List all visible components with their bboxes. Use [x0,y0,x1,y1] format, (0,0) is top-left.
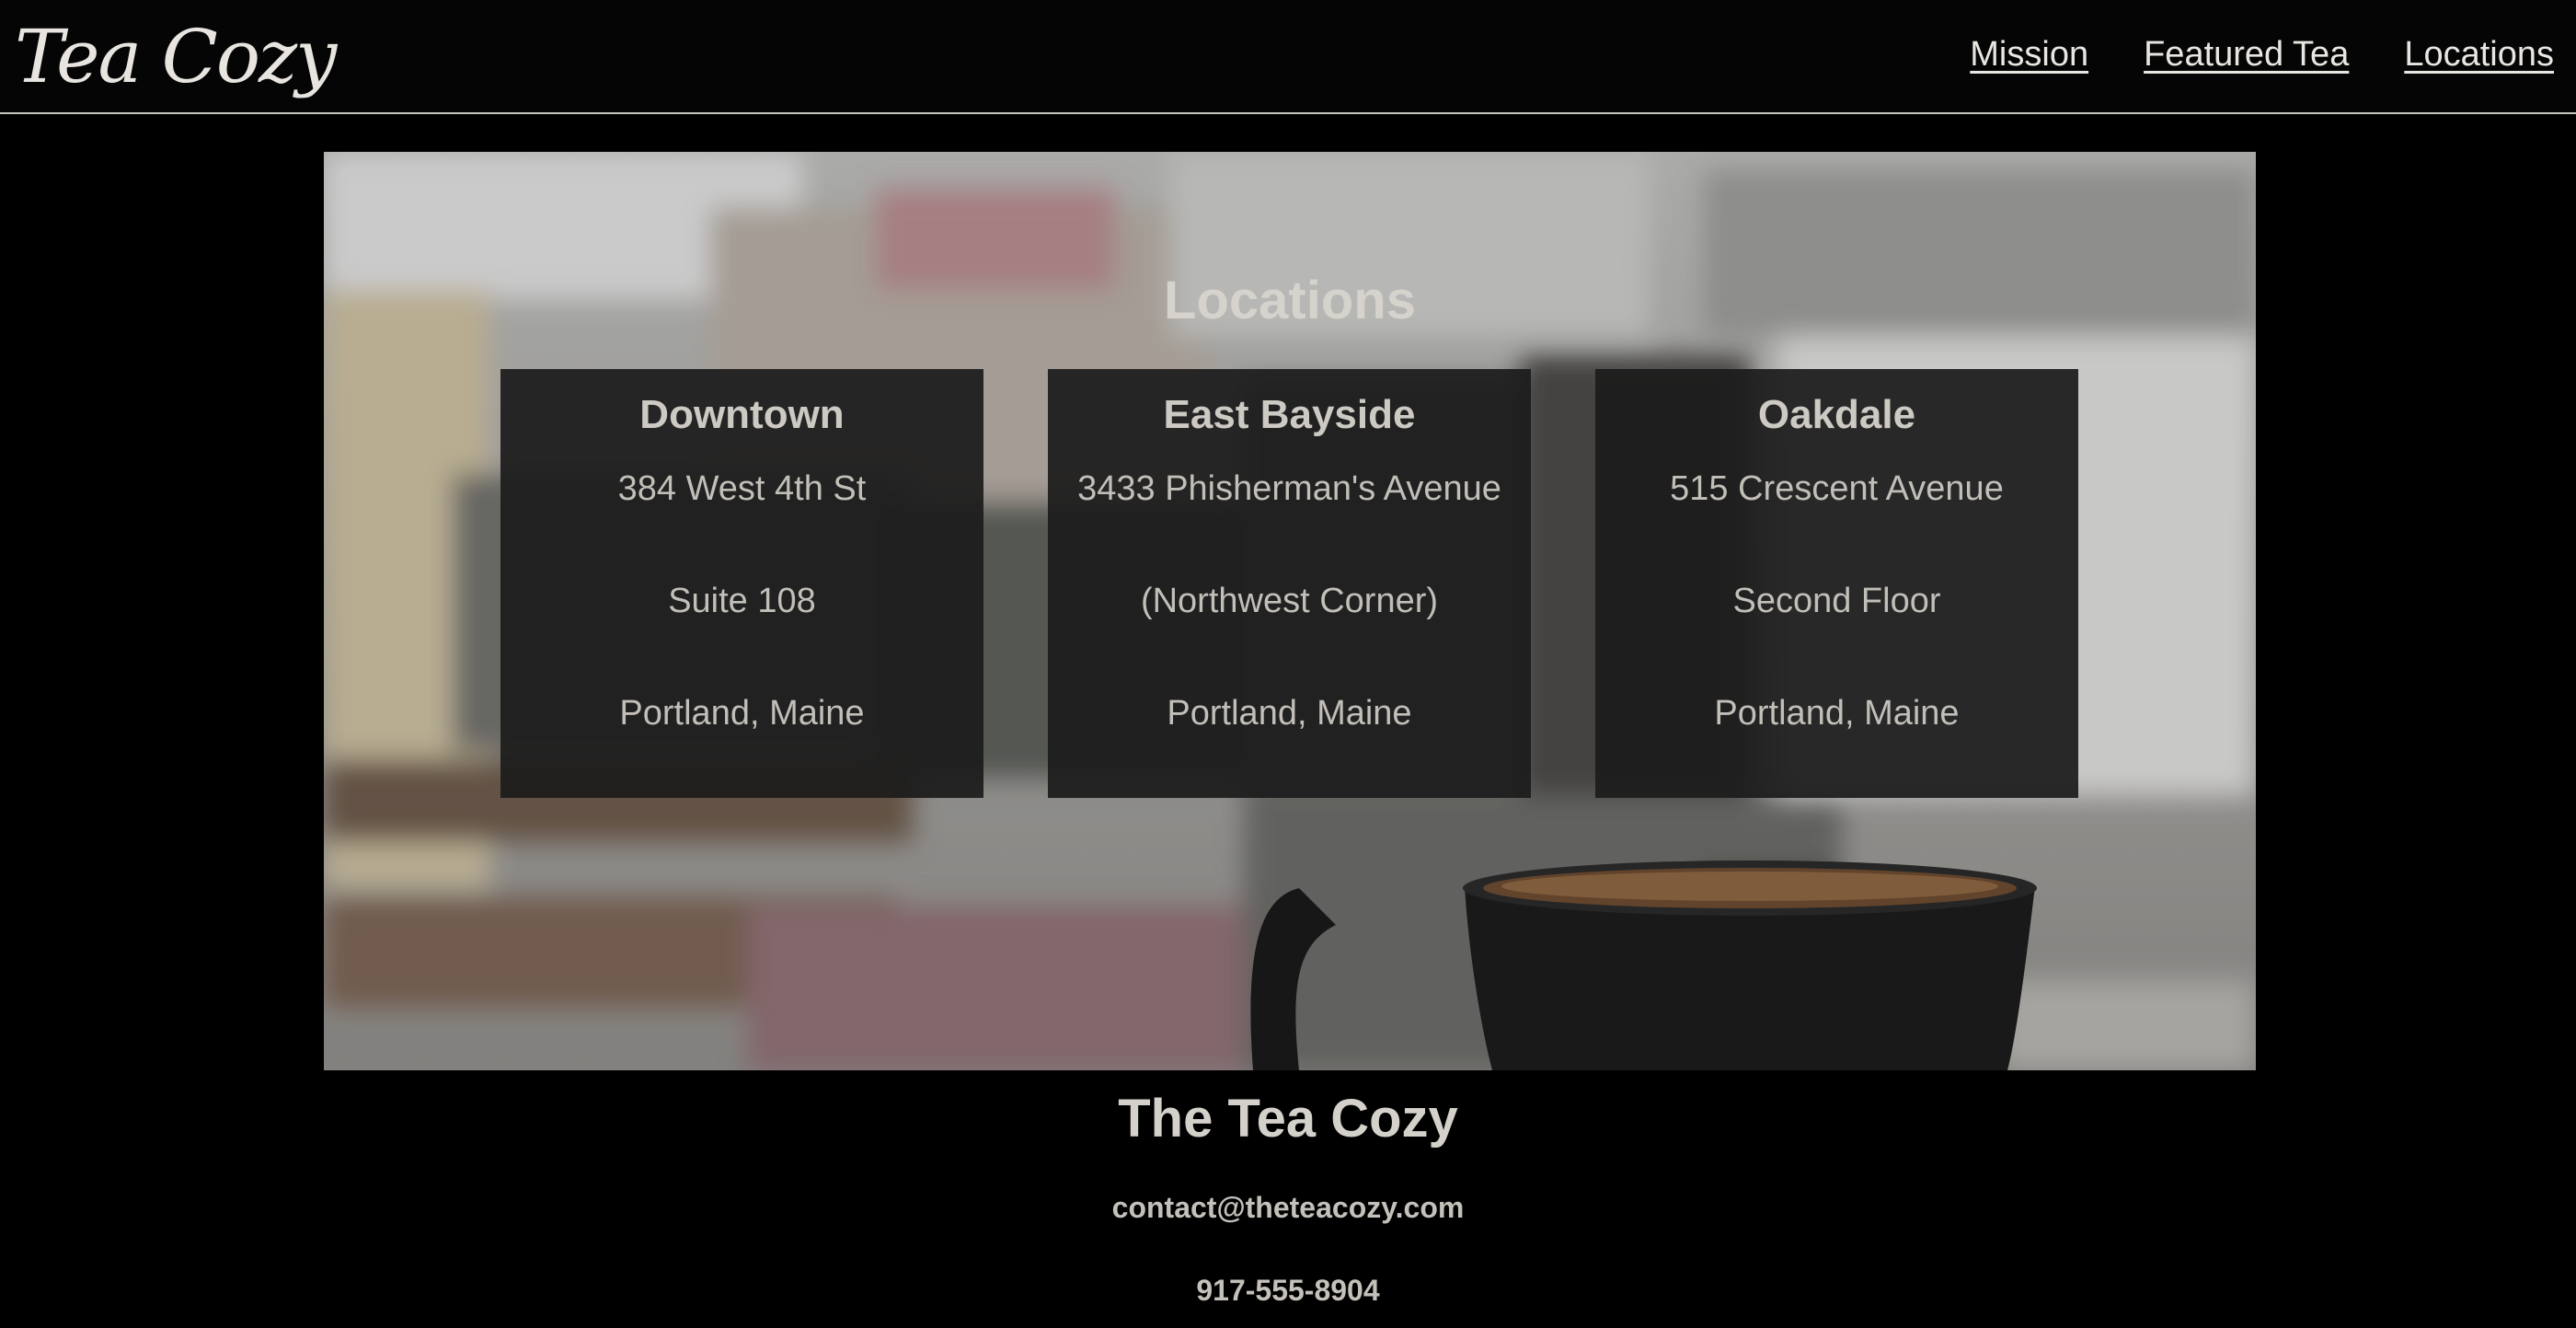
location-address-line: Suite 108 [668,582,816,620]
location-name: Oakdale [1757,392,1916,437]
site-logo[interactable]: Tea Cozy [15,11,337,103]
location-address-line: 384 West 4th St [617,469,867,508]
location-name: East Bayside [1163,392,1416,437]
locations-heading: Locations [1164,271,1416,330]
site-header: Tea Cozy Mission Featured Tea Locations [0,0,2576,114]
location-address-line: 3433 Phisherman's Avenue [1077,469,1501,508]
site-footer: The Tea Cozy contact@theteacozy.com 917-… [0,1070,2576,1313]
footer-email: contact@theteacozy.com [1111,1191,1465,1224]
location-card-oakdale: Oakdale 515 Crescent Avenue Second Floor… [1595,369,2078,798]
main-nav: Mission Featured Tea Locations [1970,35,2554,75]
nav-link-mission[interactable]: Mission [1970,35,2088,75]
location-address-line: (Northwest Corner) [1140,582,1439,620]
location-card-east-bayside: East Bayside 3433 Phisherman's Avenue (N… [1048,369,1531,798]
locations-hero: Locations Downtown 384 West 4th St Suite… [324,152,2256,1070]
location-city: Portland, Maine [619,694,865,733]
nav-link-featured-tea[interactable]: Featured Tea [2144,35,2349,75]
location-card-downtown: Downtown 384 West 4th St Suite 108 Portl… [500,369,983,798]
location-city: Portland, Maine [1714,694,1960,733]
footer-phone: 917-555-8904 [1196,1274,1380,1307]
location-address-line: 515 Crescent Avenue [1670,469,2004,508]
nav-link-locations[interactable]: Locations [2404,35,2554,75]
location-cards: Downtown 384 West 4th St Suite 108 Portl… [500,369,2078,798]
footer-title: The Tea Cozy [1118,1089,1458,1149]
location-address-line: Second Floor [1732,582,1941,620]
location-name: Downtown [639,392,845,437]
location-city: Portland, Maine [1167,694,1412,733]
